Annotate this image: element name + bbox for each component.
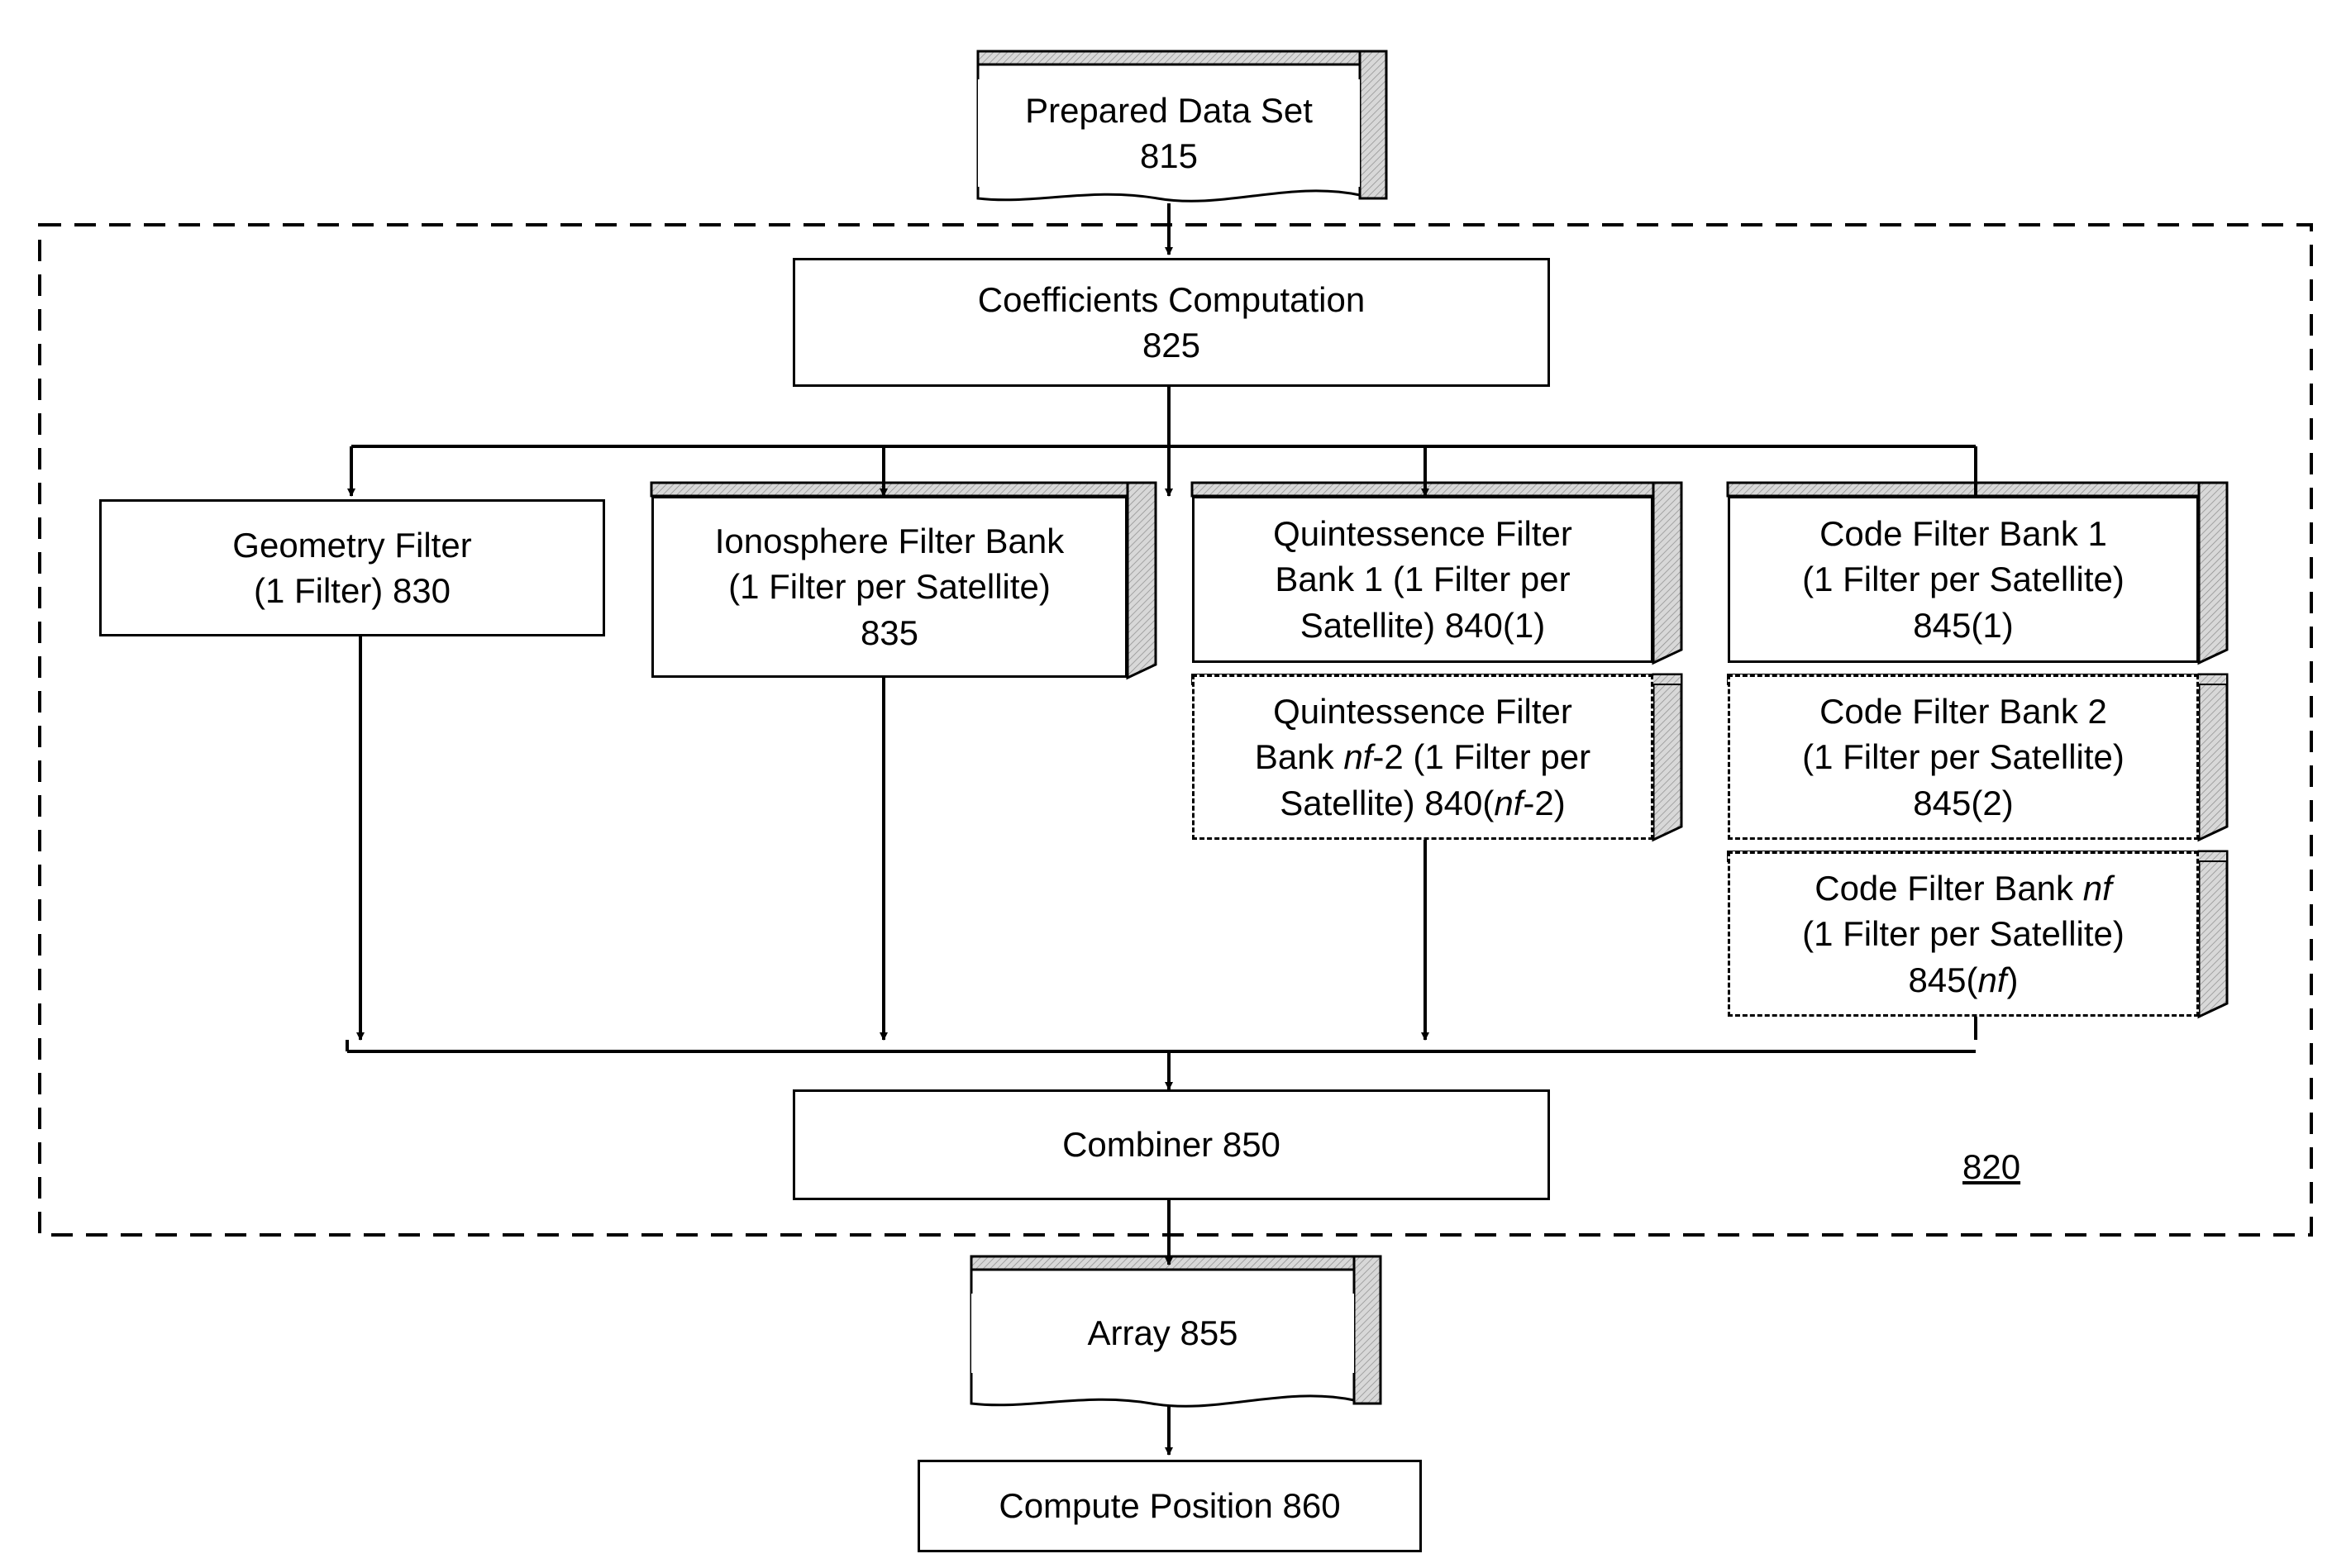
node-quintessence-bank-nf2: Quintessence Filter Bank nf-2 (1 Filter … xyxy=(1192,674,1653,840)
code-filter-bank-2-line3: 845(2) xyxy=(1913,783,2014,822)
ionosphere-filter-bank-line2: (1 Filter per Satellite) xyxy=(728,567,1051,607)
code-filter-bank-1-line2: (1 Filter per Satellite) xyxy=(1802,560,2124,599)
code-filter-bank-nf-line1: Code Filter Bank nf xyxy=(1815,868,2112,908)
coefficients-computation-line2: 825 xyxy=(1142,326,1201,365)
prepared-data-set-line2: 815 xyxy=(1139,136,1199,175)
code-filter-bank-1-line3: 845(1) xyxy=(1913,605,2014,645)
array-line1: Array 855 xyxy=(1087,1313,1238,1353)
ionosphere-filter-bank-line1: Ionosphere Filter Bank xyxy=(714,521,1065,560)
node-combiner: Combiner 850 xyxy=(793,1089,1550,1200)
ionosphere-filter-bank-line3: 835 xyxy=(860,612,919,652)
node-geometry-filter: Geometry Filter (1 Filter) 830 xyxy=(99,499,605,636)
node-prepared-data-set: Prepared Data Set 815 xyxy=(978,79,1360,187)
quintessence-bank-nf2-line2: Bank nf-2 (1 Filter per xyxy=(1254,737,1591,777)
coefficients-computation-line1: Coefficients Computation xyxy=(977,279,1366,319)
prepared-data-set-line1: Prepared Data Set xyxy=(1025,90,1313,130)
quintessence-bank-1-line1: Quintessence Filter xyxy=(1273,513,1572,553)
diagram-canvas: Prepared Data Set 815 Coefficients Compu… xyxy=(0,0,2351,1568)
combiner-line1: Combiner 850 xyxy=(1062,1125,1280,1165)
node-coefficients-computation: Coefficients Computation 825 xyxy=(793,258,1550,387)
quintessence-bank-nf2-line3: Satellite) 840(nf-2) xyxy=(1280,783,1566,822)
geometry-filter-line2: (1 Filter) 830 xyxy=(253,571,451,610)
code-filter-bank-1-line1: Code Filter Bank 1 xyxy=(1819,513,2107,553)
node-code-filter-bank-2: Code Filter Bank 2 (1 Filter per Satelli… xyxy=(1728,674,2199,840)
quintessence-bank-1-line2: Bank 1 (1 Filter per xyxy=(1275,560,1571,599)
geometry-filter-line1: Geometry Filter xyxy=(232,525,472,565)
code-filter-bank-nf-line3: 845(nf) xyxy=(1908,960,2019,999)
quintessence-bank-nf2-line1: Quintessence Filter xyxy=(1273,691,1572,731)
node-code-filter-bank-1: Code Filter Bank 1 (1 Filter per Satelli… xyxy=(1728,496,2199,663)
code-filter-bank-nf-line2: (1 Filter per Satellite) xyxy=(1802,914,2124,954)
node-code-filter-bank-nf: Code Filter Bank nf (1 Filter per Satell… xyxy=(1728,851,2199,1017)
region-820-label: 820 xyxy=(1962,1147,2021,1186)
code-filter-bank-2-line1: Code Filter Bank 2 xyxy=(1819,691,2107,731)
node-ionosphere-filter-bank: Ionosphere Filter Bank (1 Filter per Sat… xyxy=(651,496,1128,678)
node-compute-position: Compute Position 860 xyxy=(918,1460,1422,1552)
code-filter-bank-2-line2: (1 Filter per Satellite) xyxy=(1802,737,2124,777)
node-quintessence-bank-1: Quintessence Filter Bank 1 (1 Filter per… xyxy=(1192,496,1653,663)
node-array: Array 855 xyxy=(971,1294,1354,1373)
quintessence-bank-1-line3: Satellite) 840(1) xyxy=(1299,605,1546,645)
compute-position-line1: Compute Position 860 xyxy=(999,1486,1341,1526)
